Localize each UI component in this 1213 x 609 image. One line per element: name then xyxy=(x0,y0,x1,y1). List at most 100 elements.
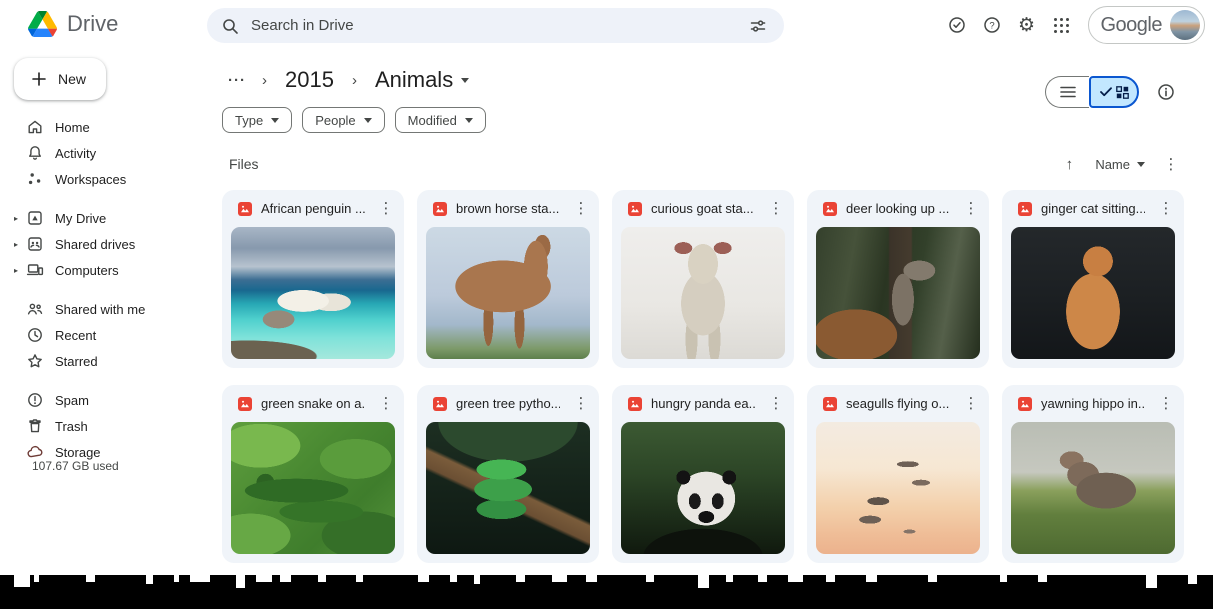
sort-by-button[interactable]: Name xyxy=(1087,153,1153,176)
image-file-icon xyxy=(433,397,447,411)
file-name: ginger cat sitting... xyxy=(1041,201,1145,216)
app-title: Drive xyxy=(67,11,118,37)
file-more-button[interactable]: ⋮ xyxy=(374,392,398,416)
kebab-icon: ⋮ xyxy=(574,199,589,217)
filter-chip-people[interactable]: People xyxy=(302,107,384,133)
chevron-down-icon xyxy=(271,118,279,123)
sidebar-item-shared-drives[interactable]: ▸ Shared drives xyxy=(0,231,207,257)
workspaces-icon xyxy=(26,170,44,188)
new-button[interactable]: New xyxy=(14,58,106,100)
file-card-hippo[interactable]: yawning hippo in... ⋮ xyxy=(1002,385,1184,563)
sidebar-item-workspaces[interactable]: ▸ Workspaces xyxy=(0,166,207,192)
svg-text:?: ? xyxy=(989,20,994,31)
file-card-header: ginger cat sitting... ⋮ xyxy=(1002,190,1184,227)
spam-icon xyxy=(26,391,44,409)
file-name: curious goat sta... xyxy=(651,201,755,216)
file-name: hungry panda ea... xyxy=(651,396,755,411)
kebab-icon: ⋮ xyxy=(1159,394,1174,412)
sidebar-item-spam[interactable]: ▸ Spam xyxy=(0,387,207,413)
expand-arrow-icon[interactable]: ▸ xyxy=(14,240,26,249)
chevron-down-icon xyxy=(465,118,473,123)
search-input[interactable] xyxy=(251,17,744,34)
starred-icon xyxy=(26,352,44,370)
file-more-button[interactable]: ⋮ xyxy=(764,392,788,416)
plus-icon xyxy=(30,70,48,88)
file-card-cat[interactable]: ginger cat sitting... ⋮ xyxy=(1002,190,1184,368)
drive-logo-icon xyxy=(28,11,57,37)
file-card-horse[interactable]: brown horse sta... ⋮ xyxy=(417,190,599,368)
new-button-label: New xyxy=(58,71,86,87)
file-name: deer looking up .... xyxy=(846,201,950,216)
filter-chip-modified[interactable]: Modified xyxy=(395,107,486,133)
chevron-right-icon: › xyxy=(352,72,357,89)
file-thumbnail xyxy=(816,422,980,554)
file-card-panda[interactable]: hungry panda ea... ⋮ xyxy=(612,385,794,563)
storage-used-label: 107.67 GB used xyxy=(32,459,119,473)
recent-icon xyxy=(26,326,44,344)
file-more-button[interactable]: ⋮ xyxy=(764,197,788,221)
sidebar-item-trash[interactable]: ▸ Trash xyxy=(0,413,207,439)
files-header-row: Files ↑ Name ⋮ xyxy=(229,150,1185,178)
sidebar-item-activity[interactable]: ▸ Activity xyxy=(0,140,207,166)
file-card-header: African penguin ... ⋮ xyxy=(222,190,404,227)
breadcrumb-item-animals[interactable]: Animals xyxy=(367,65,477,95)
file-more-button[interactable]: ⋮ xyxy=(569,392,593,416)
file-more-button[interactable]: ⋮ xyxy=(1154,197,1178,221)
sidebar-item-recent[interactable]: ▸ Recent xyxy=(0,322,207,348)
sidebar-item-my-drive[interactable]: ▸ My Drive xyxy=(0,205,207,231)
expand-arrow-icon[interactable]: ▸ xyxy=(14,266,26,275)
kebab-icon: ⋮ xyxy=(769,394,784,412)
file-name: African penguin ... xyxy=(261,201,365,216)
apps-grid-button[interactable] xyxy=(1045,8,1079,42)
file-more-button[interactable]: ⋮ xyxy=(374,197,398,221)
file-more-button[interactable]: ⋮ xyxy=(569,197,593,221)
sidebar-item-label: Activity xyxy=(55,146,96,161)
more-options-button[interactable]: ⋮ xyxy=(1157,150,1185,178)
list-view-button[interactable] xyxy=(1045,76,1089,108)
breadcrumb-more-button[interactable]: ··· xyxy=(222,72,252,89)
file-card-seagulls[interactable]: seagulls flying o... ⋮ xyxy=(807,385,989,563)
offline-status-button[interactable] xyxy=(940,8,974,42)
file-card-header: yawning hippo in... ⋮ xyxy=(1002,385,1184,422)
file-thumbnail xyxy=(231,227,395,359)
search-bar[interactable] xyxy=(207,8,784,43)
sidebar-item-label: Trash xyxy=(55,419,88,434)
file-name: green snake on a... xyxy=(261,396,365,411)
file-more-button[interactable]: ⋮ xyxy=(959,197,983,221)
file-more-button[interactable]: ⋮ xyxy=(959,392,983,416)
sidebar-item-home[interactable]: ▸ Home xyxy=(0,114,207,140)
sidebar-item-starred[interactable]: ▸ Starred xyxy=(0,348,207,374)
sidebar: New ▸ Home ▸ Activity ▸ Workspaces ▸ My … xyxy=(0,50,207,609)
expand-arrow-icon[interactable]: ▸ xyxy=(14,214,26,223)
file-card-goat[interactable]: curious goat sta... ⋮ xyxy=(612,190,794,368)
search-options-button[interactable] xyxy=(744,12,772,40)
file-card-snake[interactable]: green snake on a... ⋮ xyxy=(222,385,404,563)
filter-chip-type[interactable]: Type xyxy=(222,107,292,133)
list-view-icon xyxy=(1060,85,1076,99)
help-button[interactable]: ? xyxy=(975,8,1009,42)
breadcrumb-item-2015[interactable]: 2015 xyxy=(277,65,342,95)
file-card-python[interactable]: green tree pytho... ⋮ xyxy=(417,385,599,563)
drive-logo-area[interactable]: Drive xyxy=(28,11,118,37)
sidebar-item-computers[interactable]: ▸ Computers xyxy=(0,257,207,283)
details-button[interactable] xyxy=(1149,75,1183,109)
file-card-deer[interactable]: deer looking up .... ⋮ xyxy=(807,190,989,368)
file-thumbnail xyxy=(621,227,785,359)
kebab-icon: ⋮ xyxy=(379,199,394,217)
sort-direction-button[interactable]: ↑ xyxy=(1055,150,1083,178)
file-thumbnail xyxy=(816,227,980,359)
activity-icon xyxy=(26,144,44,162)
google-account-pill[interactable]: Google xyxy=(1088,6,1206,44)
chevron-down-icon xyxy=(461,78,469,83)
avatar[interactable] xyxy=(1170,10,1200,40)
image-file-icon xyxy=(238,397,252,411)
settings-button[interactable]: ⚙ xyxy=(1010,8,1044,42)
file-card-penguin[interactable]: African penguin ... ⋮ xyxy=(222,190,404,368)
kebab-icon: ⋮ xyxy=(964,394,979,412)
file-thumbnail xyxy=(426,227,590,359)
grid-view-button-selected[interactable] xyxy=(1089,76,1139,108)
sidebar-item-shared-with-me[interactable]: ▸ Shared with me xyxy=(0,296,207,322)
image-file-icon xyxy=(238,202,252,216)
file-more-button[interactable]: ⋮ xyxy=(1154,392,1178,416)
file-card-header: deer looking up .... ⋮ xyxy=(807,190,989,227)
